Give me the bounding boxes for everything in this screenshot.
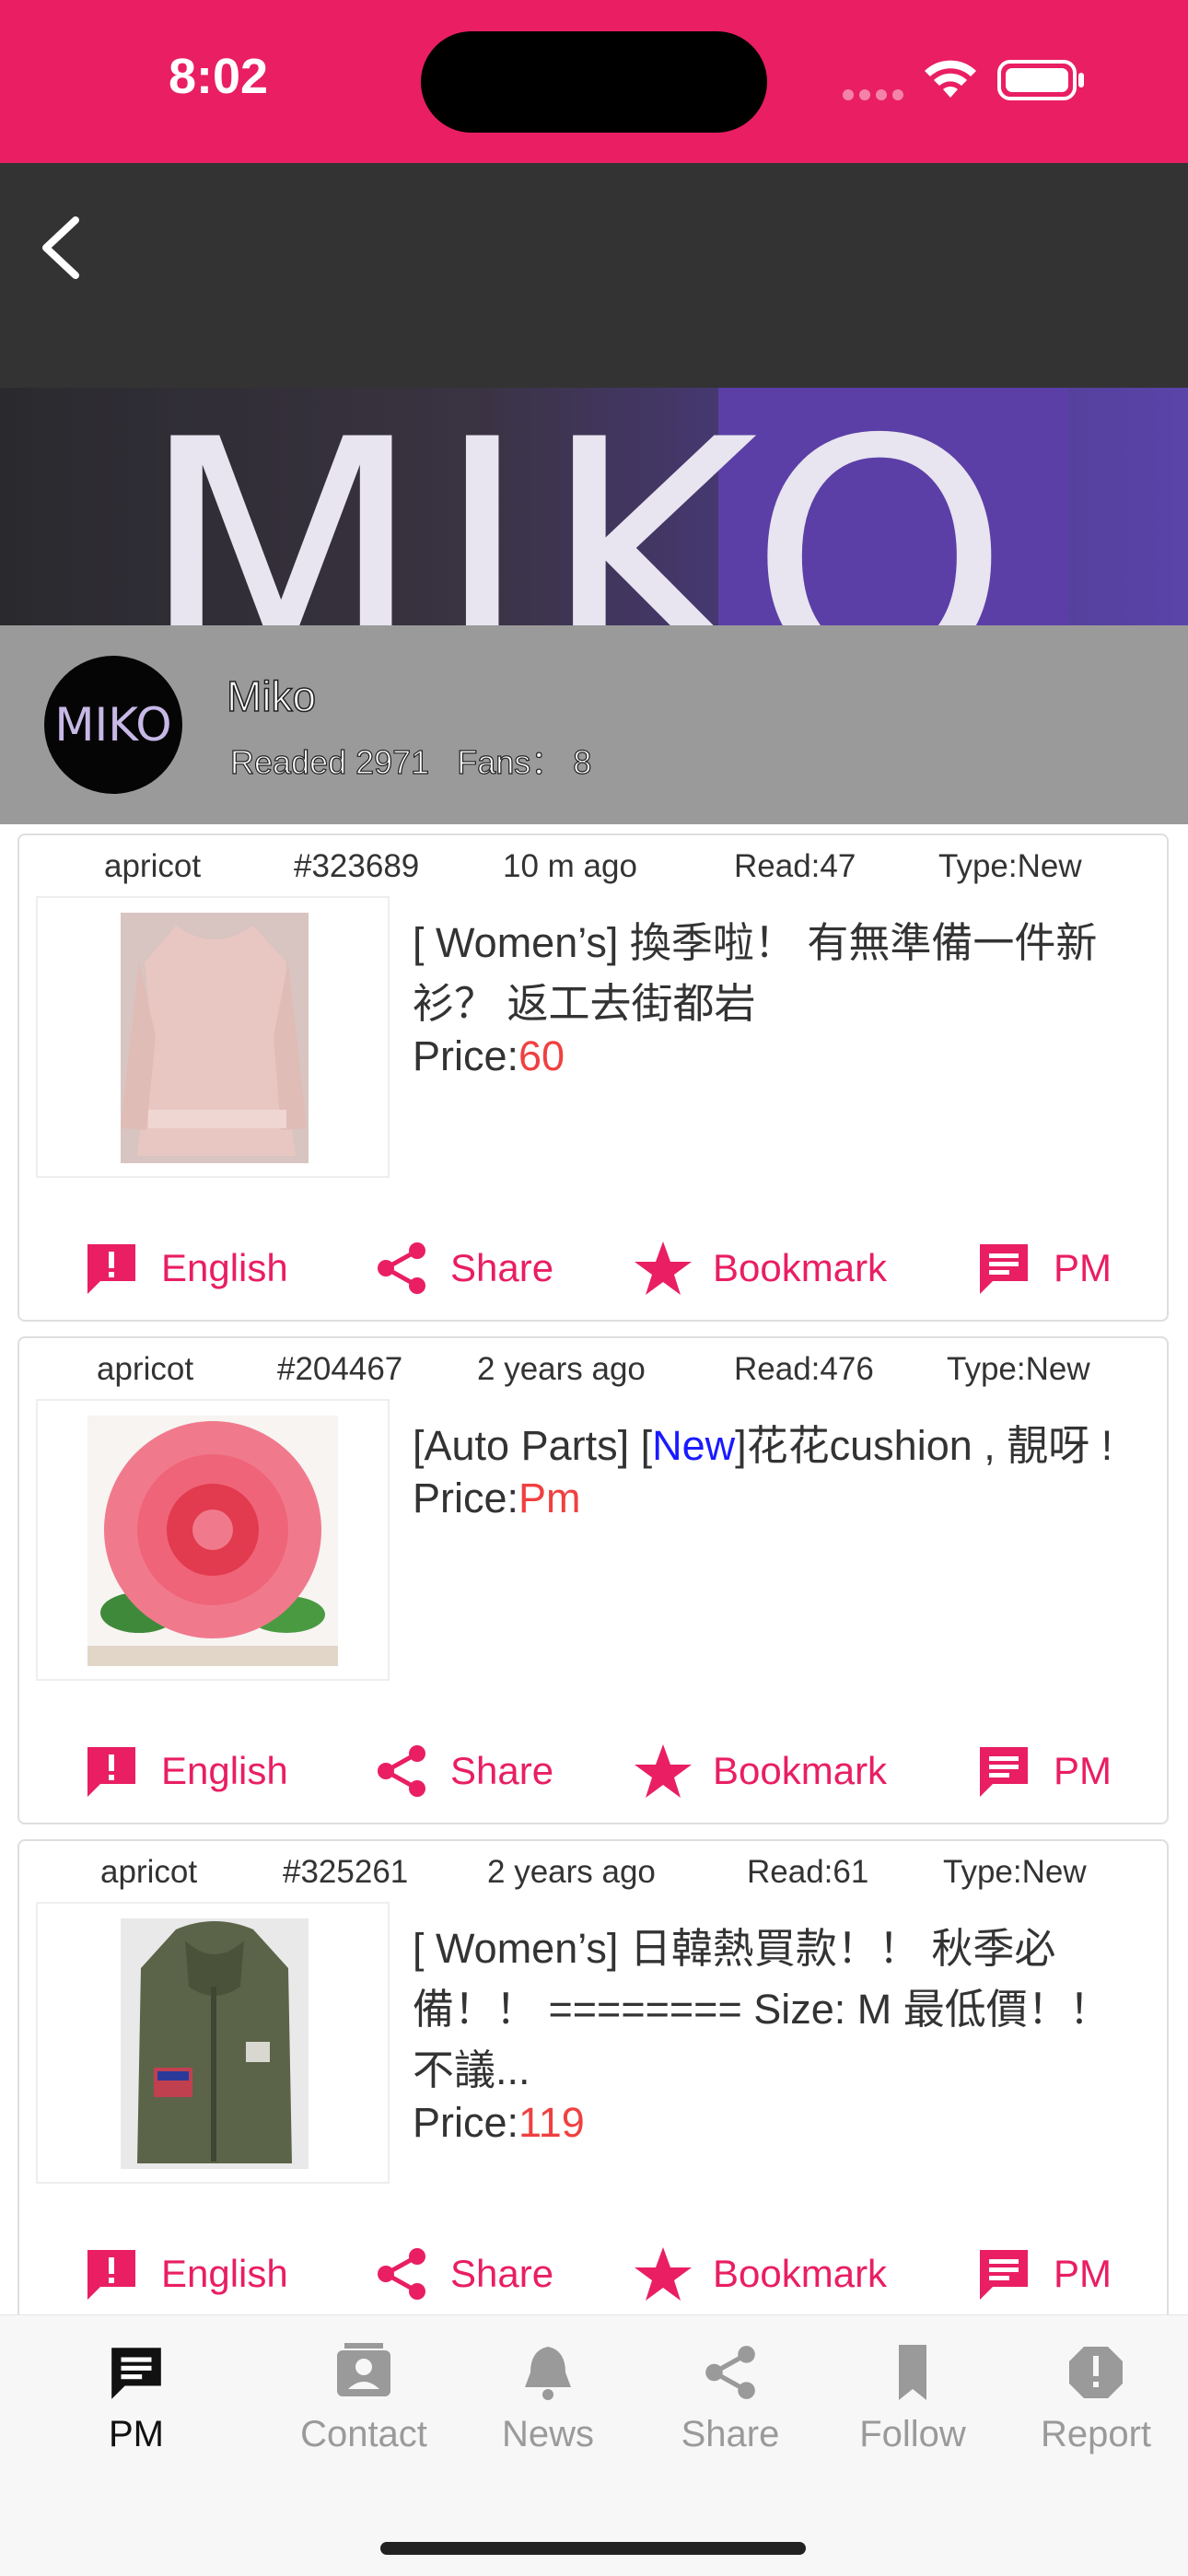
post-time: 2 years ago — [477, 1351, 646, 1387]
post-card[interactable]: apricot #323689 10 m ago Read:47 Type:Ne… — [17, 833, 1169, 1322]
avatar-text: MIKO — [54, 698, 172, 752]
bookmark-icon — [899, 2345, 926, 2400]
status-time: 8:02 — [169, 49, 269, 104]
post-user[interactable]: apricot — [97, 1351, 193, 1388]
message-icon — [980, 2250, 1028, 2300]
nav-header — [0, 163, 1188, 388]
bookmark-button[interactable]: Bookmark — [634, 1734, 887, 1808]
report-icon — [87, 1747, 135, 1797]
share-icon — [378, 1745, 425, 1797]
blouse-image — [121, 913, 309, 1163]
tab-contact[interactable]: Contact — [272, 2343, 456, 2455]
tab-pm[interactable]: PM — [44, 2343, 228, 2455]
post-card[interactable]: apricot #325261 2 years ago Read:61 Type… — [17, 1839, 1169, 2327]
english-button[interactable]: English — [82, 2237, 288, 2311]
share-button[interactable]: Share — [373, 1734, 553, 1808]
tab-share[interactable]: Share — [638, 2343, 822, 2455]
post-price: Price:Pm — [413, 1474, 581, 1522]
english-button[interactable]: English — [82, 1231, 288, 1305]
star-icon — [635, 1241, 692, 1295]
tab-report[interactable]: Report — [1004, 2343, 1188, 2455]
bookmark-button[interactable]: Bookmark — [634, 1231, 887, 1305]
price-value: 119 — [518, 2099, 585, 2146]
profile-stats: Readed 2971 Fans： 8 — [229, 736, 619, 784]
pm-button[interactable]: PM — [974, 1231, 1112, 1305]
message-icon — [111, 2348, 161, 2399]
tab-follow[interactable]: Follow — [821, 2343, 1005, 2455]
post-type: Type:New — [943, 1854, 1087, 1890]
post-read: Read:61 — [747, 1854, 869, 1890]
message-icon — [980, 1747, 1028, 1797]
post-read: Read:47 — [734, 848, 856, 884]
cellular-signal-icon — [843, 88, 909, 105]
dynamic-island — [421, 31, 767, 133]
post-title[interactable]: [Auto Parts] [New]花花cushion , 靚呀 ! — [413, 1416, 1149, 1476]
price-value: 60 — [518, 1032, 565, 1079]
readed-count: Readed 2971 — [229, 742, 430, 781]
profile-name: Miko — [226, 671, 317, 721]
share-icon — [378, 2248, 425, 2300]
report-icon — [1069, 2347, 1123, 2398]
post-type: Type:New — [938, 848, 1082, 884]
share-button[interactable]: Share — [373, 2237, 553, 2311]
post-price: Price:119 — [413, 2099, 585, 2147]
profile-header: MIKO Miko Readed 2971 Fans： 8 — [0, 625, 1188, 824]
contact-card-icon — [337, 2343, 390, 2396]
price-label: Price: — [413, 1474, 519, 1521]
share-icon — [705, 2346, 755, 2399]
post-id: #325261 — [283, 1854, 409, 1890]
post-time: 2 years ago — [487, 1854, 656, 1890]
message-icon — [980, 1244, 1028, 1294]
english-button[interactable]: English — [82, 1734, 288, 1808]
price-value: Pm — [518, 1474, 581, 1521]
post-time: 10 m ago — [503, 848, 637, 884]
post-card[interactable]: apricot #204467 2 years ago Read:476 Typ… — [17, 1336, 1169, 1824]
rose-cushion-image — [87, 1416, 338, 1666]
status-bar: 8:02 — [0, 0, 1188, 163]
new-tag: New — [652, 1422, 736, 1469]
share-button[interactable]: Share — [373, 1231, 553, 1305]
post-actions: English Share Bookmark PM — [19, 1231, 1171, 1305]
price-label: Price: — [413, 2099, 519, 2146]
chevron-left-icon[interactable] — [35, 211, 90, 285]
post-user[interactable]: apricot — [104, 848, 201, 885]
post-thumbnail[interactable] — [36, 1902, 390, 2184]
bottom-tab-bar: PM Contact News Share Follow Report — [0, 2314, 1188, 2576]
post-type: Type:New — [947, 1351, 1090, 1387]
bookmark-button[interactable]: Bookmark — [634, 2237, 887, 2311]
share-icon — [378, 1242, 425, 1294]
pm-button[interactable]: PM — [974, 1734, 1112, 1808]
post-thumbnail[interactable] — [36, 896, 390, 1178]
pm-button[interactable]: PM — [974, 2237, 1112, 2311]
star-icon — [635, 2247, 692, 2301]
fans-count: Fans： 8 — [457, 742, 592, 781]
post-read: Read:476 — [734, 1351, 874, 1387]
battery-icon — [997, 60, 1084, 100]
banner-text: MIKO — [138, 388, 1019, 626]
wifi-icon — [925, 60, 976, 98]
post-title[interactable]: [ Women’s] 換季啦！ 有無準備一件新衫？ 返工去街都岩 — [413, 913, 1149, 1034]
post-price: Price:60 — [413, 1032, 565, 1080]
profile-banner: MIKO — [0, 388, 1188, 625]
price-label: Price: — [413, 1032, 519, 1079]
avatar[interactable]: MIKO — [44, 656, 182, 794]
home-indicator — [380, 2542, 806, 2555]
tab-news[interactable]: News — [456, 2343, 640, 2455]
post-thumbnail[interactable] — [36, 1399, 390, 1681]
post-id: #323689 — [294, 848, 420, 884]
post-title[interactable]: [ Women’s] 日韓熱買款！！ 秋季必備！！ ======== Size:… — [413, 1918, 1149, 2101]
jacket-image — [121, 1918, 309, 2169]
bell-icon — [525, 2347, 571, 2400]
post-user[interactable]: apricot — [100, 1854, 197, 1891]
report-icon — [87, 2250, 135, 2300]
post-id: #204467 — [277, 1351, 403, 1387]
post-actions: English Share Bookmark PM — [19, 1734, 1171, 1808]
report-icon — [87, 1244, 135, 1294]
star-icon — [635, 1744, 692, 1798]
post-actions: English Share Bookmark PM — [19, 2237, 1171, 2311]
